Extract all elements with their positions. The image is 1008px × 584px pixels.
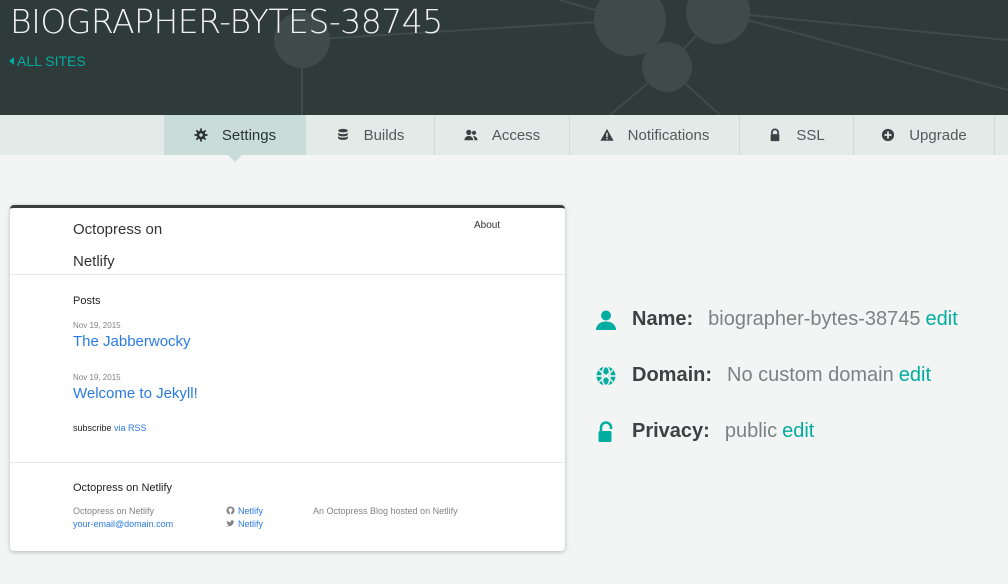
site-domain-row: Domain: No custom domain edit bbox=[595, 364, 931, 387]
github-icon bbox=[226, 506, 235, 515]
tab-builds[interactable]: Builds bbox=[305, 115, 434, 155]
globe-icon bbox=[596, 365, 616, 386]
gear-icon bbox=[194, 128, 208, 142]
preview-footer-title: Octopress on Netlify bbox=[73, 482, 173, 494]
preview-footer-description: An Octopress Blog hosted on Netlify bbox=[313, 506, 458, 516]
tab-builds-label: Builds bbox=[363, 126, 405, 144]
warning-icon bbox=[600, 128, 614, 141]
domain-label: Domain: bbox=[632, 364, 712, 386]
preview-subscribe: subscribe via RSS bbox=[73, 423, 147, 433]
edit-privacy-link[interactable]: edit bbox=[782, 420, 814, 443]
settings-tabbar: Settings Builds Access Notifications SSL… bbox=[0, 115, 1008, 162]
preview-post-date: Nov 19, 2015 bbox=[73, 321, 121, 330]
privacy-value: public bbox=[724, 420, 778, 442]
tab-settings[interactable]: Settings bbox=[164, 115, 305, 162]
all-sites-link[interactable]: ALL SITES bbox=[9, 53, 86, 69]
twitter-icon bbox=[226, 520, 235, 527]
site-privacy-row: Privacy: public edit bbox=[595, 420, 814, 443]
users-icon bbox=[464, 129, 478, 141]
preview-footer-twitter: Netlify bbox=[226, 519, 263, 529]
preview-posts-heading: Posts bbox=[73, 295, 101, 307]
edit-name-link[interactable]: edit bbox=[926, 308, 958, 331]
user-icon bbox=[596, 310, 616, 330]
preview-twitter-label: Netlify bbox=[238, 519, 264, 529]
preview-footer-author: Octopress on Netlify bbox=[73, 506, 155, 516]
tab-settings-label: Settings bbox=[221, 126, 277, 144]
unlock-icon bbox=[598, 420, 613, 442]
lock-icon bbox=[770, 128, 780, 142]
tab-access[interactable]: Access bbox=[434, 115, 569, 155]
tab-notifications-label: Notifications bbox=[627, 126, 710, 144]
privacy-label: Privacy: bbox=[632, 420, 710, 442]
preview-post-link: The Jabberwocky bbox=[73, 333, 191, 350]
name-value: biographer-bytes-38745 bbox=[708, 308, 921, 330]
preview-subscribe-text: subscribe bbox=[73, 423, 112, 433]
preview-post-link: Welcome to Jekyll! bbox=[73, 385, 198, 402]
all-sites-label: ALL SITES bbox=[17, 53, 86, 69]
plus-circle-icon bbox=[882, 128, 895, 142]
preview-brand: Octopress on Netlify bbox=[73, 221, 163, 270]
tab-upgrade[interactable]: Upgrade bbox=[853, 115, 995, 155]
tab-upgrade-label: Upgrade bbox=[909, 126, 967, 144]
site-header: BIOGRAPHER-BYTES-38745 ALL SITES bbox=[0, 0, 1008, 115]
domain-value: No custom domain bbox=[727, 364, 894, 386]
preview-footer-email: your-email@domain.com bbox=[73, 519, 174, 529]
site-name-row: Name: biographer-bytes-38745 edit bbox=[595, 308, 958, 331]
database-icon bbox=[337, 128, 348, 140]
preview-post-date: Nov 19, 2015 bbox=[73, 373, 121, 382]
name-label: Name: bbox=[632, 308, 694, 330]
site-title: BIOGRAPHER-BYTES-38745 bbox=[10, 2, 443, 41]
tab-notifications[interactable]: Notifications bbox=[569, 115, 739, 155]
edit-domain-link[interactable]: edit bbox=[899, 364, 931, 387]
preview-nav-about: About bbox=[474, 220, 501, 231]
preview-github-label: Netlify bbox=[238, 506, 264, 516]
caret-left-icon bbox=[9, 57, 14, 65]
site-preview[interactable]: Octopress on Netlify About Posts Nov 19,… bbox=[10, 205, 565, 551]
tab-access-label: Access bbox=[491, 126, 541, 144]
preview-rss-link: via RSS bbox=[114, 423, 147, 433]
preview-footer-divider bbox=[10, 462, 565, 463]
tab-ssl-label: SSL bbox=[796, 126, 825, 144]
tab-ssl[interactable]: SSL bbox=[739, 115, 853, 155]
preview-footer-github: Netlify bbox=[226, 506, 263, 516]
preview-divider bbox=[10, 274, 565, 275]
